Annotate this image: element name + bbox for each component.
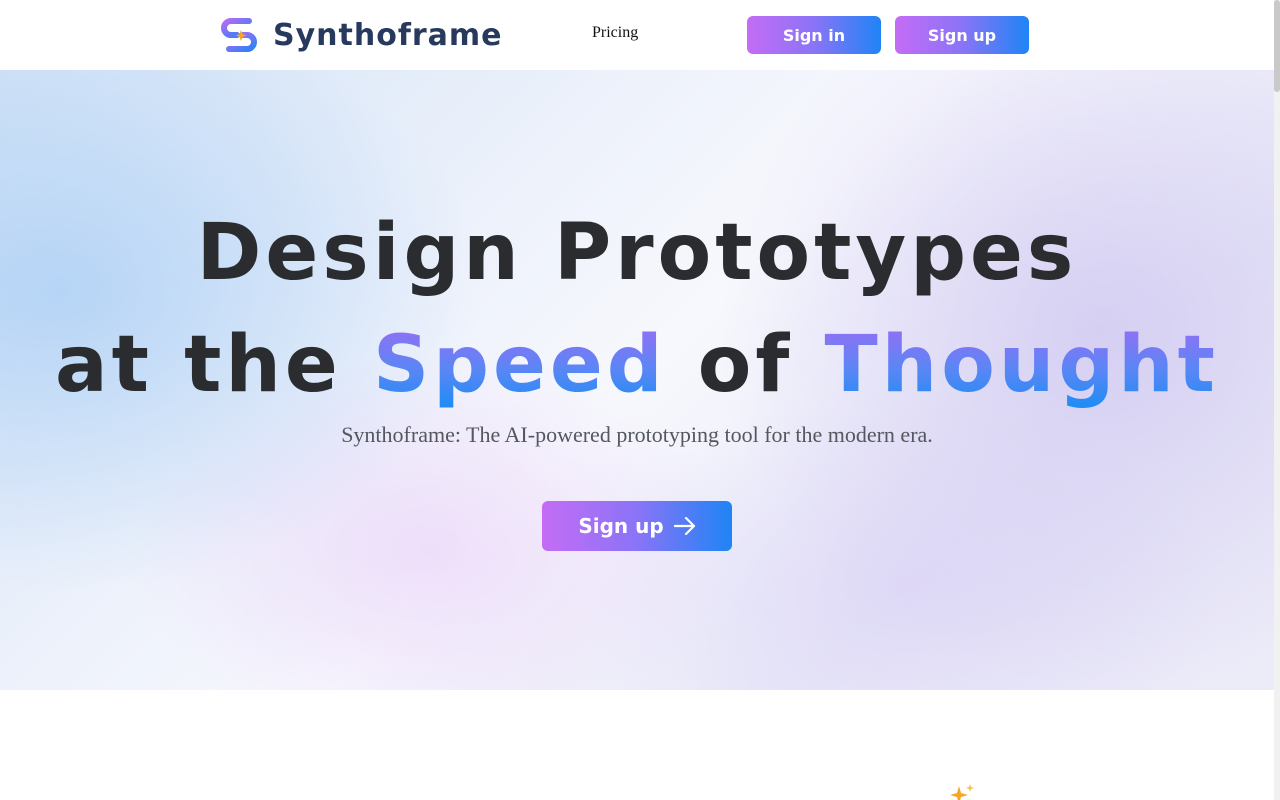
hero-cta-label: Sign up — [578, 514, 664, 538]
brand-logo[interactable]: Synthoframe — [219, 14, 503, 56]
headline-highlight-thought: Thought — [824, 320, 1219, 410]
sign-in-button[interactable]: Sign in — [747, 16, 881, 54]
sparkle-icon — [950, 784, 974, 800]
scrollbar-thumb[interactable] — [1274, 0, 1280, 92]
brand-name: Synthoframe — [273, 17, 503, 53]
hero-headline-line2: at the Speed of Thought — [0, 320, 1274, 410]
site-header: Synthoframe Pricing Sign in Sign up — [0, 0, 1274, 70]
headline-text: of — [666, 320, 825, 410]
headline-text: at the — [55, 320, 373, 410]
page-scrollbar[interactable] — [1274, 0, 1280, 800]
hero-headline-line1: Design Prototypes — [196, 208, 1078, 298]
hero-section: Design Prototypes at the Speed of Though… — [0, 70, 1274, 690]
headline-highlight-speed: Speed — [372, 320, 667, 410]
sign-up-button[interactable]: Sign up — [895, 16, 1029, 54]
nav-link-pricing[interactable]: Pricing — [592, 24, 638, 42]
arrow-right-icon — [673, 517, 695, 535]
hero-sign-up-button[interactable]: Sign up — [542, 501, 732, 551]
hero-subtitle: Synthoframe: The AI-powered prototyping … — [341, 422, 933, 447]
logo-icon — [221, 18, 257, 52]
